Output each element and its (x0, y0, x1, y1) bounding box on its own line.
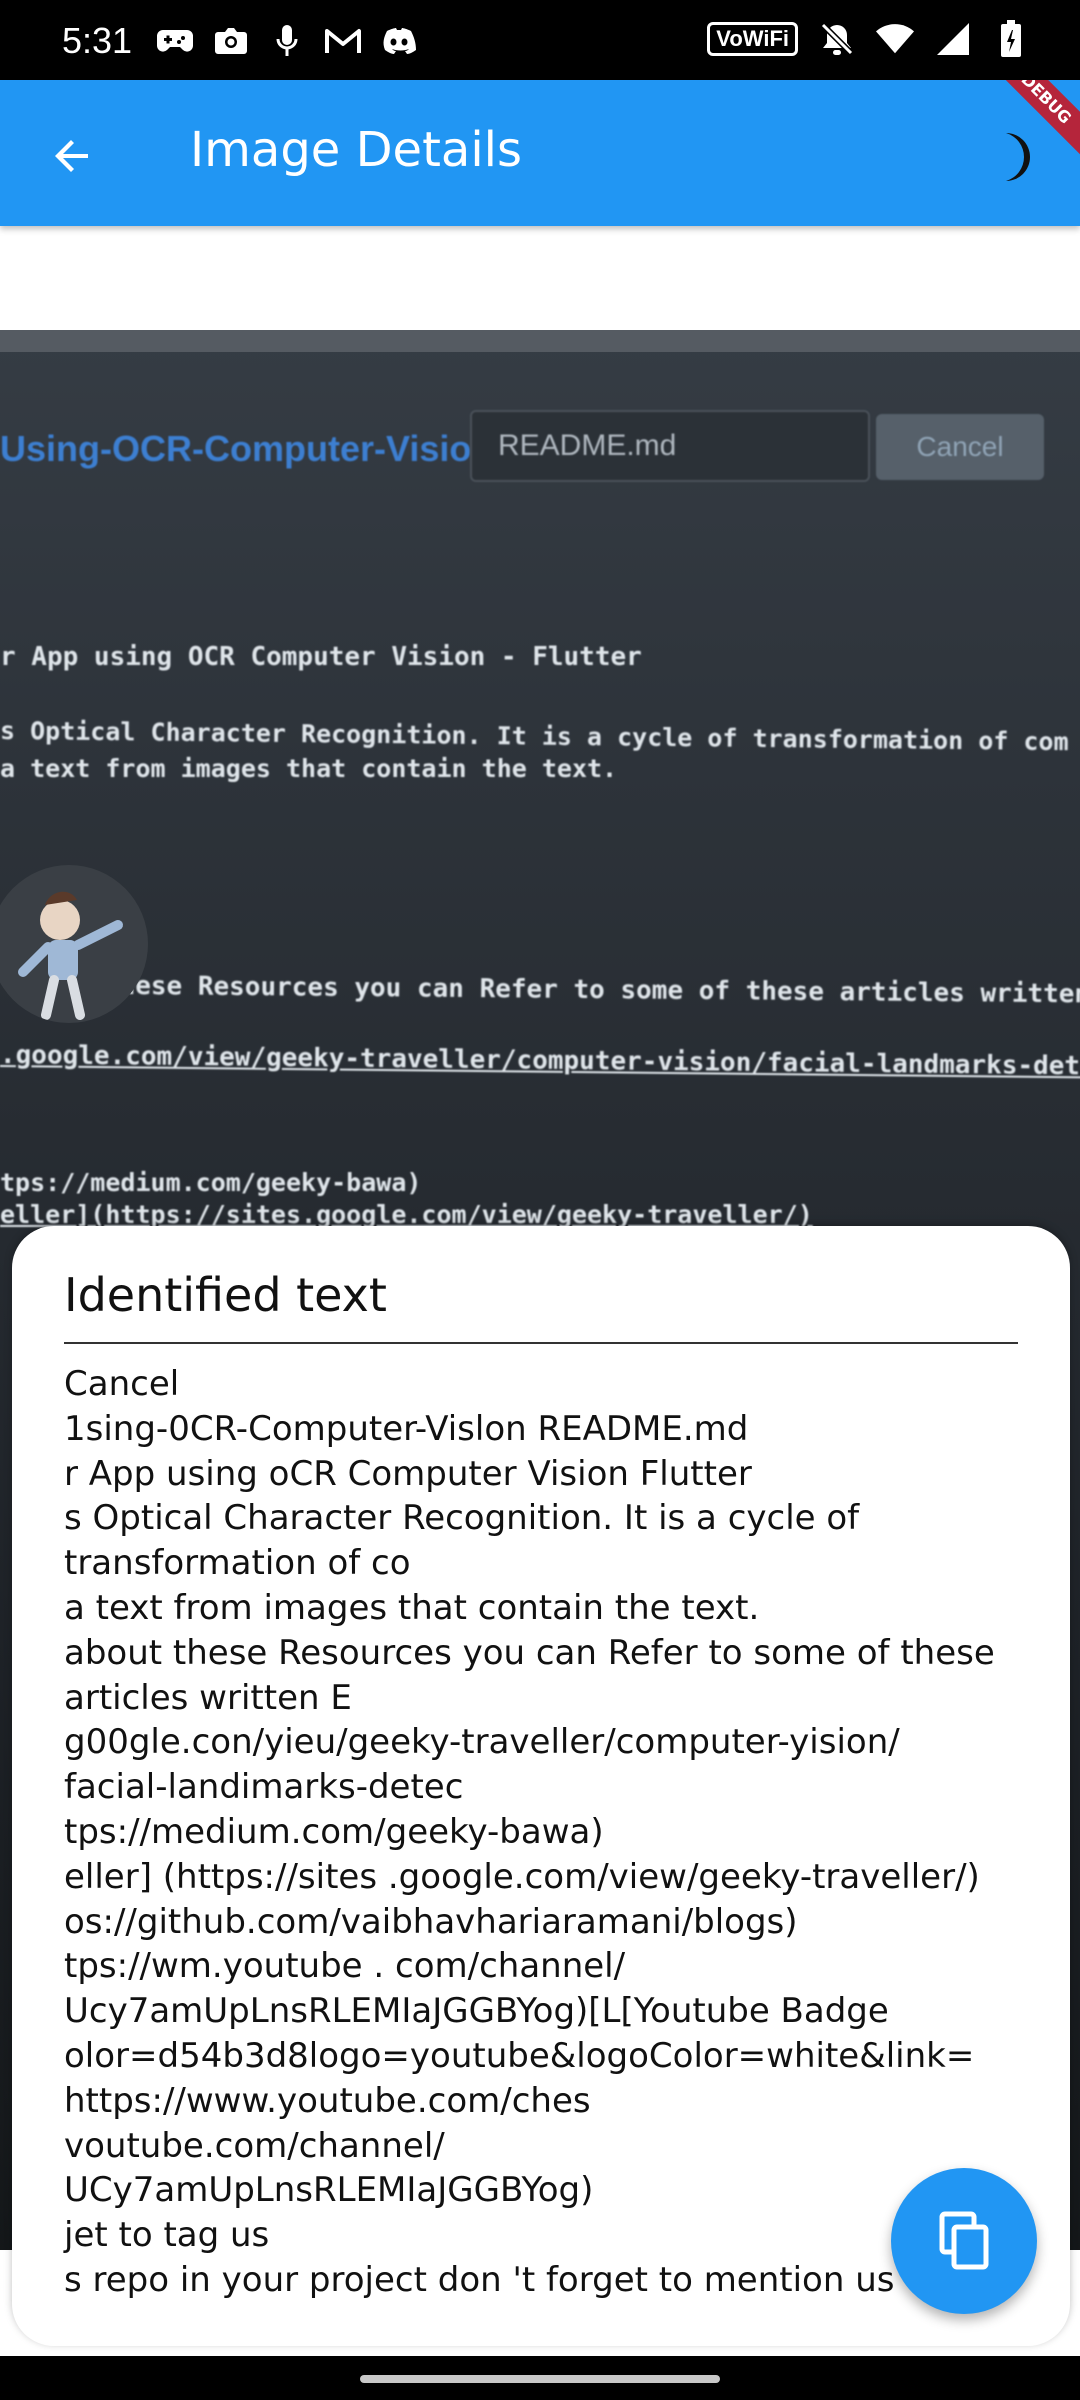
theme-toggle-button[interactable] (976, 122, 1046, 192)
copy-button[interactable] (891, 2168, 1037, 2314)
gmail-icon (324, 22, 362, 60)
identified-text-sheet: Identified text Cancel 1sing-0CR-Compute… (12, 1226, 1070, 2346)
text-line: Ucy7amUpLnsRLEMIaJGGBYog)[L[Youtube Badg… (64, 1991, 889, 2032)
text-line: transformation of co (64, 1543, 411, 1584)
game-controller-icon (156, 22, 194, 60)
text-line: Cancel (64, 1364, 180, 1404)
wifi-icon (876, 20, 914, 58)
text-line: a text from images that contain the text… (64, 1587, 760, 1628)
home-gesture-handle[interactable] (360, 2375, 720, 2383)
text-line: olor=d54b3d8logo=youtube&logoColor=white… (64, 2035, 975, 2076)
text-line: os://github.com/vaibhavhariaramani/blogs… (64, 1901, 798, 1942)
dark-mode-moon-icon (1006, 133, 1030, 181)
text-line: facial-landimarks-detec (64, 1767, 464, 1808)
text-line: about these Resources you can Refer to s… (64, 1632, 995, 1673)
signal-icon (934, 20, 972, 58)
text-line: articles written E (64, 1677, 352, 1718)
photo-filename-field: README.md (470, 410, 870, 482)
status-time: 5:31 (62, 20, 133, 61)
vowifi-badge: VoWiFi (707, 22, 798, 56)
photo-line: eller](https://sites.google.com/view/gee… (0, 1200, 813, 1229)
photo-line: about these Resources you can Refer to s… (9, 970, 1080, 1010)
microphone-icon (268, 22, 306, 60)
text-line: tps://medium.com/geeky-bawa) (64, 1811, 604, 1852)
text-line: 1sing-0CR-Computer-Vislon README.md (64, 1408, 749, 1449)
back-button[interactable] (34, 118, 110, 194)
navigation-bar (0, 2356, 1080, 2400)
photo-repo-text: Using-OCR-Computer-Vision (0, 428, 494, 469)
photo-line: a text from images that contain the text… (0, 754, 618, 783)
page-title: Image Details (190, 122, 522, 178)
text-line: eller] (https://sites .google.com/view/g… (64, 1856, 980, 1897)
sheet-title: Identified text (64, 1268, 387, 1322)
divider (64, 1342, 1018, 1344)
text-line: s repo in your project don 't forget to … (64, 2259, 895, 2300)
text-line: g00gle.con/yieu/geeky-traveller/computer… (64, 1722, 900, 1763)
photo-top-strip (0, 330, 1080, 352)
camera-icon (212, 22, 250, 60)
system-icons: VoWiFi (707, 20, 1030, 58)
identified-text-body: Cancel 1sing-0CR-Computer-Vislon README.… (64, 1362, 1034, 2303)
text-line: s Optical Character Recognition. It is a… (64, 1498, 860, 1539)
text-line: jet to tag us (64, 2215, 270, 2256)
photo-line: .google.com/view/geeky-traveller/compute… (0, 1040, 1080, 1082)
text-line: https://www.youtube.com/ches (64, 2080, 591, 2121)
arrow-back-icon (55, 140, 88, 172)
discord-icon (380, 22, 418, 60)
app-bar: Image Details DEBUG (0, 80, 1080, 226)
text-line: r App using oCR Computer Vision Flutter (64, 1453, 752, 1494)
notification-icons (156, 22, 418, 60)
photo-line: r App using OCR Computer Vision - Flutte… (0, 642, 642, 672)
do-not-disturb-icon (818, 20, 856, 58)
status-bar: 5:31 VoWiFi (0, 0, 1080, 80)
text-line: tps://wm.youtube . com/channel/ (64, 1946, 626, 1987)
photo-cancel-button: Cancel (876, 414, 1044, 480)
copy-icon (939, 2211, 989, 2270)
battery-icon (992, 20, 1030, 58)
photo-line: s Optical Character Recognition. It is a… (0, 716, 1069, 757)
photo-line: tps://medium.com/geeky-bawa) (0, 1168, 422, 1197)
text-line: voutube.com/channel/ (64, 2125, 445, 2166)
text-line: UCy7amUpLnsRLEMIaJGGBYog) (64, 2170, 594, 2211)
